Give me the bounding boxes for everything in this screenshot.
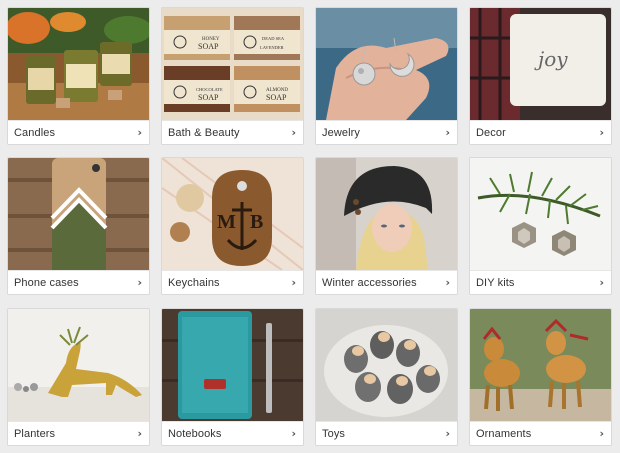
ornaments-image [470,309,611,421]
chevron-right-icon: › [445,427,450,440]
category-card-bath-beauty[interactable]: HONEY SOAP DEAD SEA LAVENDER CHOCOLATE S… [161,7,304,145]
category-label: Toys [322,428,346,440]
chevron-right-icon: › [599,126,604,139]
label-bar: Ornaments › [470,421,611,445]
label-bar: Jewelry › [316,120,457,144]
svg-text:LAVENDER: LAVENDER [260,45,284,50]
category-card-keychains[interactable]: M B Keychains › [161,157,304,295]
chevron-right-icon: › [137,427,142,440]
svg-text:M: M [217,211,236,233]
chevron-right-icon: › [599,427,604,440]
label-bar: Notebooks › [162,421,303,445]
chevron-right-icon: › [445,276,450,289]
category-card-planters[interactable]: Planters › [7,308,150,446]
label-bar: Winter accessories › [316,270,457,294]
category-card-diy-kits[interactable]: DIY kits › [469,157,612,295]
bath-beauty-image: HONEY SOAP DEAD SEA LAVENDER CHOCOLATE S… [162,8,303,120]
jewelry-image [316,8,457,120]
category-card-notebooks[interactable]: Notebooks › [161,308,304,446]
svg-text:SOAP: SOAP [266,93,287,102]
chevron-right-icon: › [445,126,450,139]
label-bar: Decor › [470,120,611,144]
notebooks-image [162,309,303,421]
planters-image [8,309,149,421]
category-label: Bath & Beauty [168,127,240,139]
category-label: Winter accessories [322,277,417,289]
category-label: Notebooks [168,428,222,440]
svg-text:CHOCOLATE: CHOCOLATE [196,87,223,92]
category-label: DIY kits [476,277,515,289]
chevron-right-icon: › [137,276,142,289]
label-bar: Toys › [316,421,457,445]
svg-text:SOAP: SOAP [198,93,219,102]
category-card-phone-cases[interactable]: Phone cases › [7,157,150,295]
category-card-candles[interactable]: Candles › [7,7,150,145]
category-label: Phone cases [14,277,79,289]
winter-accessories-image [316,158,457,270]
category-label: Keychains [168,277,220,289]
svg-text:SOAP: SOAP [198,42,219,51]
label-bar: DIY kits › [470,270,611,294]
category-card-winter-accessories[interactable]: Winter accessories › [315,157,458,295]
label-bar: Candles › [8,120,149,144]
category-label: Ornaments [476,428,532,440]
candles-image [8,8,149,120]
category-label: Candles [14,127,56,139]
chevron-right-icon: › [291,276,296,289]
chevron-right-icon: › [291,427,296,440]
decor-image: joy [470,8,611,120]
keychains-image: M B [162,158,303,270]
label-bar: Phone cases › [8,270,149,294]
category-card-decor[interactable]: joy Decor › [469,7,612,145]
label-bar: Planters › [8,421,149,445]
svg-text:DEAD SEA: DEAD SEA [262,36,285,41]
chevron-right-icon: › [291,126,296,139]
svg-text:joy: joy [534,47,568,71]
category-card-jewelry[interactable]: Jewelry › [315,7,458,145]
category-label: Planters [14,428,56,440]
chevron-right-icon: › [599,276,604,289]
label-bar: Keychains › [162,270,303,294]
label-bar: Bath & Beauty › [162,120,303,144]
diy-kits-image [470,158,611,270]
category-label: Jewelry [322,127,360,139]
chevron-right-icon: › [137,126,142,139]
svg-text:B: B [250,211,263,233]
category-grid: Candles › HONEY SOAP DEAD SEA LAVENDER C… [0,0,620,453]
toys-image [316,309,457,421]
category-card-ornaments[interactable]: Ornaments › [469,308,612,446]
phone-cases-image [8,158,149,270]
category-card-toys[interactable]: Toys › [315,308,458,446]
category-label: Decor [476,127,506,139]
